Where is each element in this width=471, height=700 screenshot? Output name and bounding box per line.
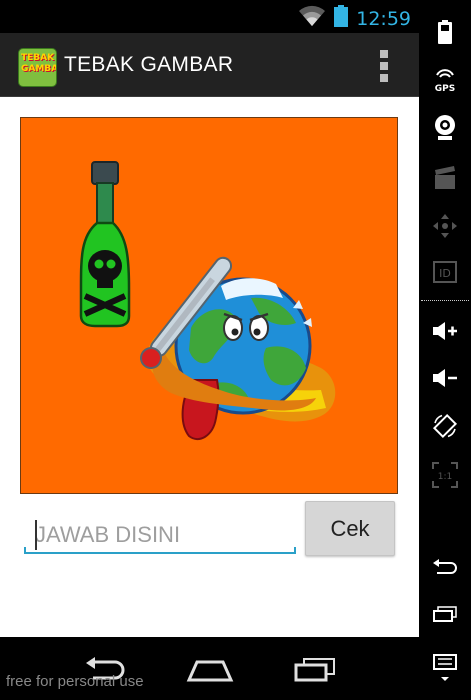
scale-label: 1:1: [438, 472, 452, 482]
recent-apps-icon[interactable]: [419, 594, 471, 634]
watermark-text: free for personal use: [6, 673, 144, 690]
wifi-icon: [298, 5, 326, 32]
global-warming-picture: [79, 161, 336, 441]
rotate-icon[interactable]: [419, 406, 471, 446]
panel-divider: [421, 300, 469, 301]
quiz-picture: [20, 117, 398, 494]
status-icons: 12:59: [298, 5, 411, 32]
text-cursor: [35, 520, 37, 550]
app-title: TEBAK GAMBAR: [64, 53, 234, 76]
home-icon[interactable]: [180, 651, 240, 687]
status-bar: 12:59: [0, 0, 419, 33]
clapper-icon[interactable]: [419, 158, 471, 198]
battery-icon[interactable]: [419, 12, 471, 52]
answer-input[interactable]: [25, 516, 295, 554]
app-logo-icon: TEBAK GAMBAR: [18, 48, 57, 87]
volume-up-icon[interactable]: [419, 311, 471, 351]
volume-down-icon[interactable]: [419, 358, 471, 398]
check-answer-button[interactable]: Cek: [305, 501, 395, 556]
gps-label: GPS: [435, 84, 455, 93]
camera-icon[interactable]: [419, 108, 471, 148]
gps-icon[interactable]: GPS: [419, 58, 471, 98]
menu-icon[interactable]: [419, 648, 471, 688]
id-label: ID: [439, 267, 451, 280]
app-logo-text: TEBAK GAMBAR: [21, 53, 56, 74]
dpad-icon[interactable]: [419, 206, 471, 246]
overflow-menu-icon[interactable]: [379, 50, 389, 82]
battery-icon: [334, 5, 349, 32]
id-icon[interactable]: ID: [419, 252, 471, 292]
quiz-content: Cek: [0, 97, 419, 637]
action-bar: TEBAK GAMBAR TEBAK GAMBAR: [0, 33, 419, 97]
recent-apps-icon[interactable]: [285, 651, 345, 687]
input-underline: [24, 547, 296, 554]
navigation-bar: [0, 637, 419, 700]
emulator-side-panel: GPS ID 1:1: [419, 0, 471, 700]
phone-screen: 12:59 TEBAK GAMBAR TEBAK GAMBAR: [0, 0, 419, 700]
clock: 12:59: [356, 7, 411, 30]
back-icon[interactable]: [419, 548, 471, 588]
scale-icon[interactable]: 1:1: [419, 455, 471, 495]
